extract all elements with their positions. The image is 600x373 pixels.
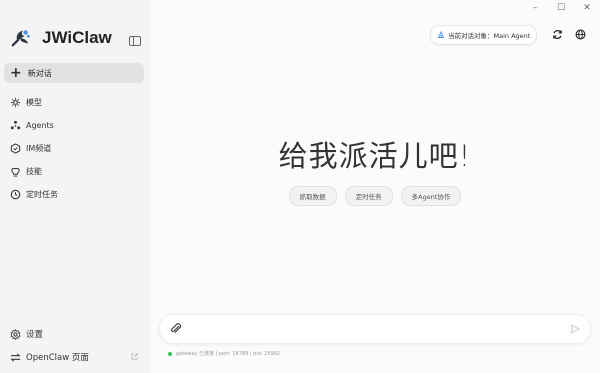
external-link-icon — [131, 353, 138, 360]
send-icon[interactable] — [570, 324, 580, 334]
chat-input-bar — [159, 314, 591, 344]
agent-icon — [437, 31, 445, 38]
sidebar-item-label: 定时任务 — [26, 189, 58, 199]
current-agent-selector[interactable]: 当前对话对象：Main Agent — [430, 25, 538, 45]
refresh-button[interactable] — [551, 28, 563, 40]
sidebar-item-label: Agents — [26, 120, 54, 130]
globe-icon — [575, 29, 585, 39]
window-controls: – ☐ ✕ — [522, 0, 600, 16]
gateway-status-text: gateway 已连接 | port: 18789 | pid: 25992 — [176, 351, 281, 357]
sidebar-item-scheduled-tasks[interactable]: 定时任务 — [10, 187, 58, 201]
maximize-button[interactable]: ☐ — [548, 0, 574, 16]
sidebar-item-agents[interactable]: Agents — [10, 118, 54, 132]
brand: JWiClaw — [10, 27, 112, 49]
sidebar-item-im-channel[interactable]: IM频道 — [10, 141, 51, 155]
settings-button[interactable]: 设置 — [10, 327, 43, 341]
chip-multi-agent[interactable]: 多Agent协作 — [400, 186, 462, 206]
minimize-button[interactable]: – — [522, 0, 548, 16]
openclaw-label: OpenClaw 页面 — [26, 353, 89, 363]
chip-scheduled-task[interactable]: 定时任务 — [344, 186, 393, 206]
swap-arrows-icon — [10, 352, 21, 362]
gateway-status: gateway 已连接 | port: 18789 | pid: 25992 — [168, 350, 280, 357]
hero-title: 给我派活儿吧! — [278, 139, 472, 173]
sidebar-item-label: 技能 — [26, 166, 42, 176]
chip-scrape-data[interactable]: 抓取数据 — [288, 186, 337, 206]
attachment-icon[interactable] — [170, 323, 182, 335]
gear-icon — [10, 328, 21, 340]
model-icon — [10, 97, 21, 107]
openclaw-page-link[interactable]: OpenClaw 页面 — [10, 350, 89, 364]
sidebar-item-models[interactable]: 模型 — [10, 95, 42, 109]
status-dot-icon — [168, 351, 172, 356]
chat-input[interactable] — [190, 321, 564, 339]
close-button[interactable]: ✕ — [574, 0, 600, 16]
sidebar-item-label: IM频道 — [26, 143, 52, 153]
clock-icon — [10, 189, 21, 199]
agents-icon — [10, 120, 21, 129]
im-channel-icon — [10, 142, 21, 154]
skills-icon — [11, 167, 20, 177]
claw-logo-icon — [11, 30, 30, 47]
sidebar: JWiClaw + 新对话 模型 Agents IM频道 技能 定时任务 设置 … — [0, 0, 150, 373]
sidebar-collapse-icon[interactable] — [129, 36, 141, 46]
sidebar-item-label: 模型 — [26, 97, 42, 107]
refresh-icon — [552, 29, 562, 39]
sidebar-item-skills[interactable]: 技能 — [10, 164, 42, 178]
suggestion-chips: 抓取数据 定时任务 多Agent协作 — [150, 186, 600, 206]
new-chat-label: 新对话 — [27, 68, 52, 78]
current-agent-label: 当前对话对象：Main Agent — [448, 32, 531, 40]
plus-icon: + — [10, 65, 22, 81]
settings-label: 设置 — [26, 330, 44, 340]
main-panel: 当前对话对象：Main Agent 给我派活儿吧! 抓取数据 定时任务 多Age… — [150, 0, 600, 373]
new-chat-button[interactable]: + 新对话 — [4, 63, 144, 83]
brand-name: JWiClaw — [42, 28, 112, 47]
language-button[interactable] — [574, 28, 586, 40]
